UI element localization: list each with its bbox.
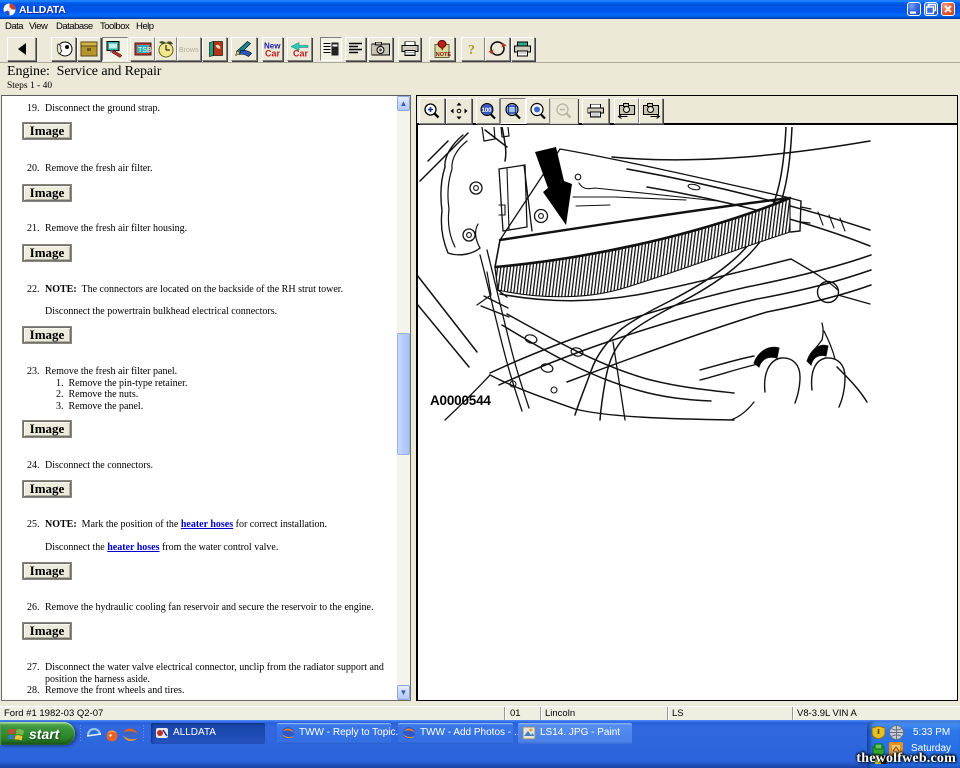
svg-text:TSB: TSB [138,47,152,54]
svg-text:NOTE: NOTE [436,52,451,58]
svg-text:?: ? [468,43,475,57]
svg-text:Car: Car [293,49,309,58]
svg-text:Car: Car [265,49,281,58]
svg-text:100: 100 [482,108,493,114]
svg-text:Browse: Browse [179,47,199,53]
svg-text:A0000544: A0000544 [430,393,491,408]
